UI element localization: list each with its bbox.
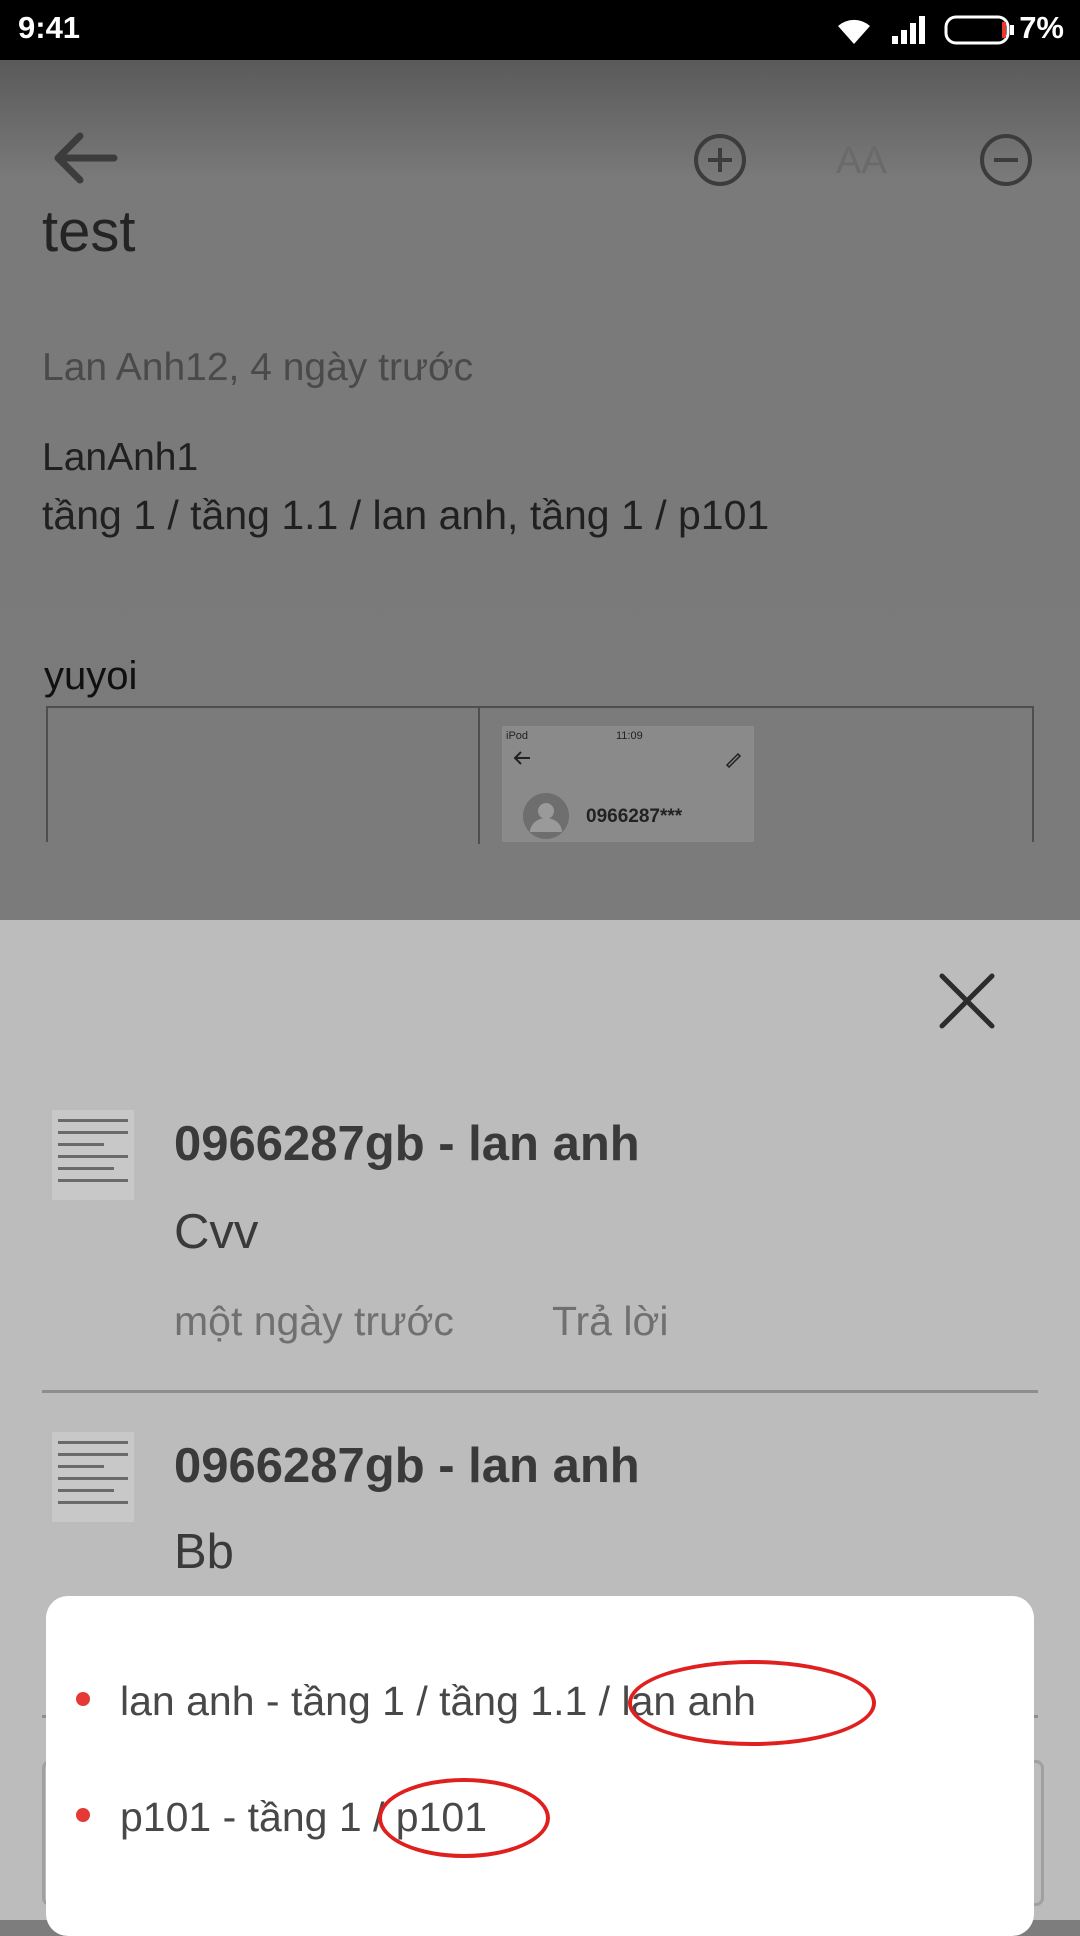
- comment-thumbnail[interactable]: [52, 1432, 134, 1522]
- status-time: 9:41: [18, 10, 81, 45]
- battery-percent: 7%: [1019, 10, 1064, 45]
- bullet-dot: [76, 1692, 90, 1706]
- comment-author: 0966287gb - lan anh: [174, 1117, 640, 1171]
- minus-circle-icon[interactable]: [976, 130, 1036, 190]
- comment-text: Bb: [174, 1525, 234, 1579]
- arrow-left-icon[interactable]: [48, 128, 120, 188]
- close-icon[interactable]: [936, 970, 998, 1032]
- article-body-text: yuyoi: [44, 654, 138, 698]
- article-author: LanAnh1: [42, 436, 199, 479]
- highlight-ring: [628, 1660, 876, 1746]
- font-size-button[interactable]: AA: [836, 140, 887, 183]
- comment-author: 0966287gb - lan anh: [174, 1439, 640, 1493]
- plus-circle-icon[interactable]: [690, 130, 750, 190]
- embedded-avatar: [523, 793, 569, 839]
- embedded-edit-icon: [725, 752, 742, 768]
- article-meta: Lan Anh12, 4 ngày trước: [42, 346, 474, 389]
- highlight-ring: [378, 1778, 550, 1858]
- comment-text: Cvv: [174, 1205, 259, 1259]
- article-title: test: [42, 199, 136, 264]
- bullet-dot: [76, 1808, 90, 1822]
- location-popup: lan anh - tầng 1 / tầng 1.1 / lan anh p1…: [46, 1596, 1034, 1936]
- embedded-back-icon: [513, 751, 530, 765]
- article-location-path: tầng 1 / tầng 1.1 / lan anh, tầng 1 / p1…: [42, 492, 770, 538]
- wifi-icon: [838, 19, 870, 44]
- comment-time: một ngày trước: [174, 1298, 454, 1344]
- signal-icon: [892, 16, 925, 44]
- battery-icon: [944, 15, 1014, 45]
- embedded-device-label: iPod: [506, 730, 529, 742]
- status-bar: 9:41 7%: [0, 0, 1080, 60]
- comment-reply-button[interactable]: Trả lời: [552, 1298, 668, 1345]
- comment-separator: [42, 1390, 1038, 1393]
- embedded-phone: 0966287***: [586, 806, 683, 827]
- embedded-time-label: 11:09: [616, 730, 643, 742]
- comment-thumbnail[interactable]: [52, 1110, 134, 1200]
- table-divider: [478, 708, 480, 844]
- embedded-screenshot[interactable]: iPod 11:09 0966287***: [502, 726, 754, 842]
